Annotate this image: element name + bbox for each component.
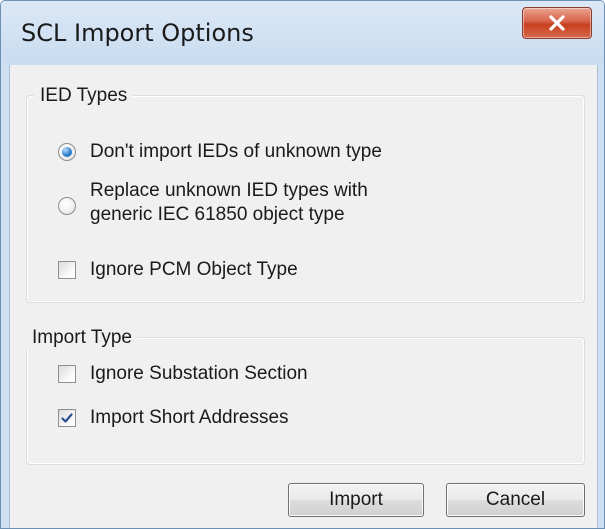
import-button[interactable]: Import [288,483,424,517]
radio-replace-unknown-label-line2[interactable]: generic IEC 61850 object type [90,203,345,227]
radio-selected-dot [62,147,72,157]
dialog-body: IED Types Don't import IEDs of unknown t… [9,65,598,528]
radio-dont-import-label[interactable]: Don't import IEDs of unknown type [90,140,382,164]
close-x-icon [549,15,565,31]
import-short-addresses-label[interactable]: Import Short Addresses [90,406,289,430]
ignore-substation-checkbox[interactable] [58,365,76,383]
dialog-title: SCL Import Options [21,19,254,47]
ignore-pcm-label[interactable]: Ignore PCM Object Type [90,258,298,282]
radio-dont-import[interactable] [58,143,76,161]
title-bar[interactable]: SCL Import Options [1,1,604,65]
dialog-window: SCL Import Options IED Types Don't impor… [0,0,605,529]
ignore-pcm-checkbox[interactable] [58,261,76,279]
ied-types-legend: IED Types [34,85,134,107]
checkmark-icon [61,413,73,423]
radio-replace-unknown-label-line1[interactable]: Replace unknown IED types with [90,179,368,203]
import-type-legend: Import Type [26,327,138,349]
radio-replace-unknown[interactable] [58,197,76,215]
close-button[interactable] [522,7,592,39]
ignore-substation-label[interactable]: Ignore Substation Section [90,362,308,386]
import-short-addresses-checkbox[interactable] [58,409,76,427]
import-type-group [26,337,585,465]
cancel-button[interactable]: Cancel [446,483,585,517]
